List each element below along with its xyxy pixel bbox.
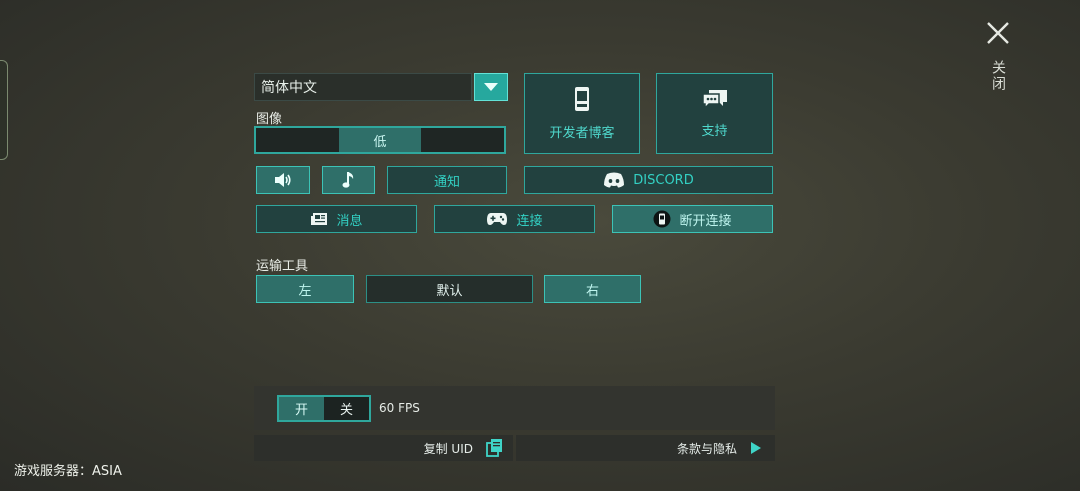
vehicle-left-button[interactable]: 左 [256, 275, 354, 303]
vehicle-right-label: 右 [585, 283, 599, 299]
speaker-icon [274, 173, 292, 187]
game-server-label: 游戏服务器：ASIA [14, 464, 122, 479]
news-label: 消息 [336, 213, 363, 229]
discord-button[interactable]: DISCORD [524, 166, 773, 194]
close-icon [985, 20, 1011, 46]
language-select[interactable]: 简体中文 [254, 73, 472, 101]
language-select-value: 简体中文 [261, 80, 317, 96]
fps-off-option[interactable]: 关 [324, 397, 369, 420]
support-button[interactable]: 支持 [656, 73, 773, 154]
fps-toggle[interactable]: 开 关 [277, 395, 371, 422]
vehicle-left-label: 左 [298, 283, 312, 299]
close-button[interactable] [985, 20, 1011, 46]
vehicle-label: 运输工具 [256, 259, 309, 274]
chevron-down-icon [484, 83, 498, 91]
music-note-icon [342, 171, 356, 189]
sound-toggle-button[interactable] [256, 166, 310, 194]
side-drawer-handle[interactable] [0, 60, 8, 160]
quality-segment-right[interactable] [421, 128, 504, 152]
connect-label: 连接 [516, 213, 543, 229]
fps-value: 60 FPS [379, 401, 420, 415]
language-dropdown-button[interactable] [474, 73, 508, 101]
vehicle-default-label: 默认 [436, 283, 463, 299]
phone-icon [574, 86, 590, 112]
support-label: 支持 [701, 124, 728, 139]
discord-icon [603, 172, 625, 188]
music-toggle-button[interactable] [322, 166, 375, 194]
close-label[interactable]: 关闭 [988, 60, 1008, 92]
graphics-label: 图像 [256, 112, 283, 127]
connect-controller-button[interactable]: 连接 [434, 205, 595, 233]
quality-segment-left[interactable] [256, 128, 339, 152]
copy-uid-button[interactable]: 复制 UID [254, 435, 513, 461]
news-button[interactable]: 消息 [256, 205, 417, 233]
graphics-quality-selector[interactable]: 低 [254, 126, 506, 154]
dev-blog-label: 开发者博客 [549, 126, 615, 141]
dev-blog-button[interactable]: 开发者博客 [524, 73, 640, 154]
copy-icon [485, 438, 505, 458]
play-arrow-icon [751, 442, 761, 454]
discord-label: DISCORD [633, 172, 694, 188]
terms-privacy-button[interactable]: 条款与隐私 [516, 435, 775, 461]
device-disconnect-icon [653, 210, 671, 228]
fps-on-option[interactable]: 开 [279, 397, 324, 420]
disconnect-label: 断开连接 [679, 213, 732, 229]
newspaper-icon [310, 212, 328, 226]
copy-uid-label: 复制 UID [423, 441, 473, 456]
quality-segment-current[interactable]: 低 [338, 128, 422, 152]
vehicle-right-button[interactable]: 右 [544, 275, 641, 303]
gamepad-icon [486, 212, 508, 226]
terms-privacy-label: 条款与隐私 [676, 441, 737, 456]
notifications-button[interactable]: 通知 [387, 166, 507, 194]
notifications-label: 通知 [433, 174, 460, 190]
chat-bubbles-icon [701, 88, 729, 110]
disconnect-button[interactable]: 断开连接 [612, 205, 773, 233]
vehicle-default-button[interactable]: 默认 [366, 275, 533, 303]
